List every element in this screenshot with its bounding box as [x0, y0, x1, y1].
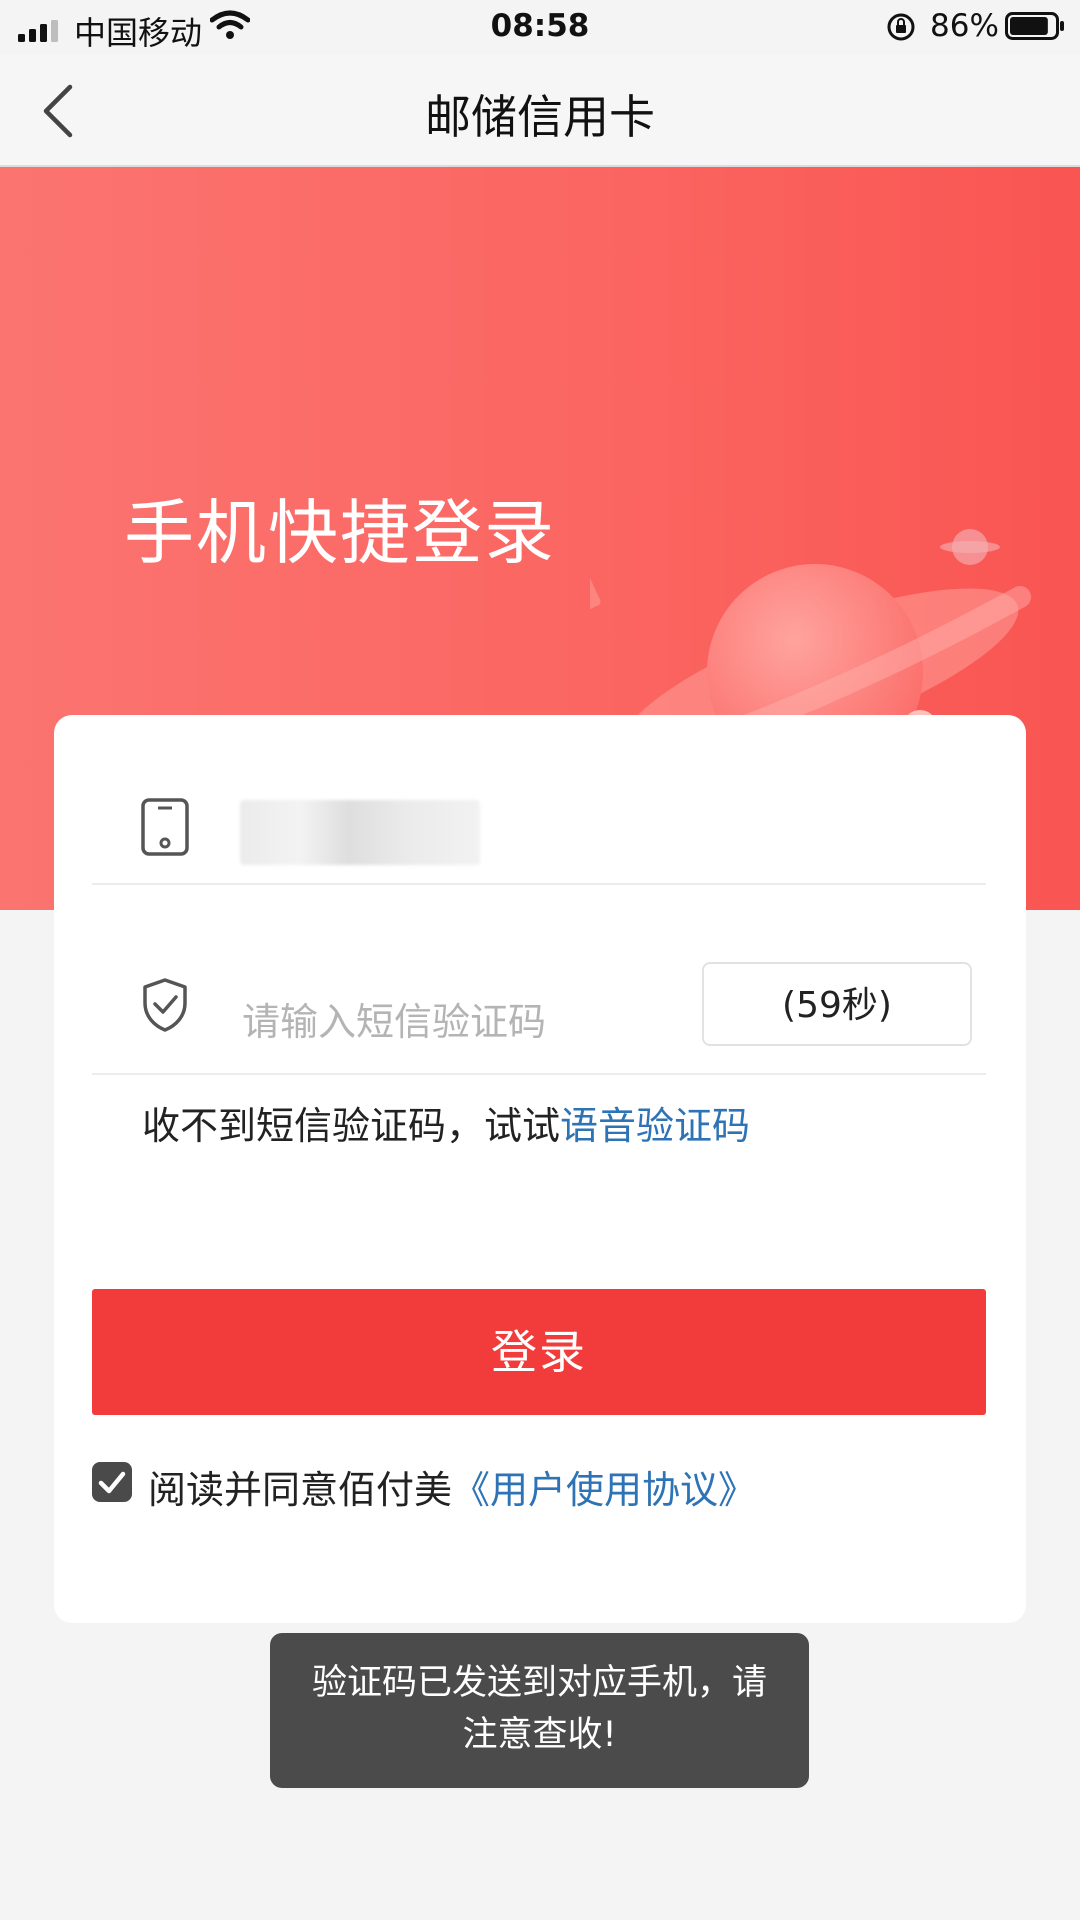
phone-icon — [141, 798, 189, 856]
battery-percent: 86% — [930, 8, 999, 44]
page-title: 邮储信用卡 — [425, 90, 655, 144]
rotation-lock-icon — [887, 13, 915, 41]
login-card: (59秒) 收不到短信验证码，试试语音验证码 登录 阅读并同意佰付美《用户使用协… — [54, 715, 1026, 1623]
voice-hint-text: 收不到短信验证码，试试 — [142, 1104, 561, 1148]
voice-code-link[interactable]: 语音验证码 — [560, 1104, 750, 1148]
toast-line-1: 验证码已发送到对应手机，请 — [311, 1663, 767, 1703]
shield-check-icon — [143, 978, 187, 1032]
agree-checkbox[interactable] — [92, 1462, 132, 1502]
status-bar: 中国移动 08:58 86% — [0, 0, 1080, 55]
resend-countdown-button[interactable]: (59秒) — [702, 962, 972, 1046]
agreement-text: 阅读并同意佰付美《用户使用协议》 — [148, 1459, 756, 1514]
user-agreement-link[interactable]: 《用户使用协议》 — [452, 1468, 756, 1512]
toast-message: 验证码已发送到对应手机，请 注意查收! — [270, 1633, 809, 1788]
nav-bar: 邮储信用卡 — [0, 55, 1080, 167]
checkmark-icon — [98, 1471, 126, 1494]
hero-title: 手机快捷登录 — [124, 492, 556, 574]
agree-prefix: 阅读并同意佰付美 — [148, 1468, 453, 1512]
phone-field-row[interactable] — [92, 755, 986, 885]
login-button[interactable]: 登录 — [92, 1289, 986, 1415]
clock: 08:58 — [490, 8, 590, 44]
phone-input[interactable] — [240, 800, 480, 865]
battery-icon — [1005, 12, 1064, 40]
toast-line-2: 注意查收! — [462, 1715, 617, 1755]
sms-code-input[interactable] — [240, 993, 664, 1051]
voice-code-hint: 收不到短信验证码，试试语音验证码 — [142, 1095, 750, 1150]
code-field-row: (59秒) — [92, 915, 986, 1075]
